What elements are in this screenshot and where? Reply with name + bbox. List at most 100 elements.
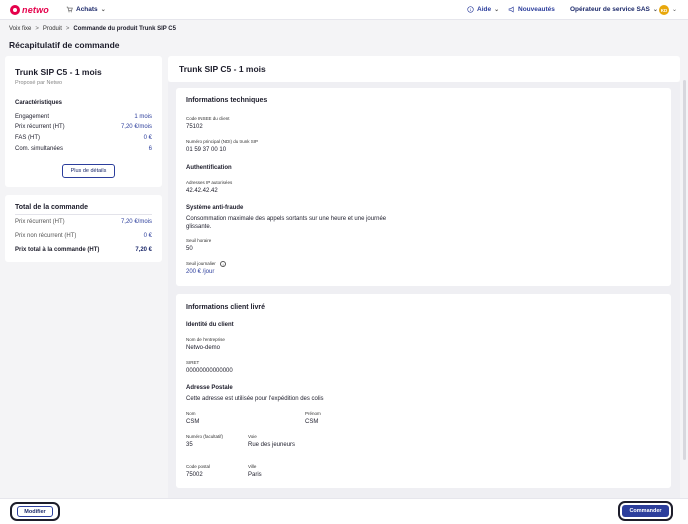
row-label: Engagement: [15, 114, 50, 120]
row-value: 7,20 €/mois: [120, 124, 152, 130]
client-identity-heading: Identité du client: [186, 322, 234, 328]
breadcrumb-item-voix-fixe[interactable]: Voix fixe: [9, 26, 31, 32]
modify-button-focus-ring: Modifier: [10, 502, 60, 521]
info-icon[interactable]: i: [220, 261, 227, 267]
row-value: 1 mois: [134, 114, 152, 120]
daily-threshold-value: 200 € /jour: [186, 269, 215, 275]
street-number-value: 35: [186, 442, 193, 448]
row-label: FAS (HT): [15, 135, 40, 141]
characteristic-row: FAS (HT) 0 €: [15, 135, 152, 141]
prenom-label: Prénom: [305, 411, 321, 416]
more-details-button[interactable]: Plus de détails: [62, 164, 115, 178]
main-product-header: Trunk SIP C5 - 1 mois: [168, 56, 680, 82]
nav-aide-label: Aide: [477, 6, 492, 13]
divider: [15, 214, 152, 215]
breadcrumb: Voix fixe > Produit > Commande du produi…: [9, 26, 176, 32]
nav-nouveautes-link[interactable]: Nouveautés: [508, 6, 555, 13]
city-label: Ville: [248, 464, 257, 469]
netwo-logo[interactable]: netwo: [10, 5, 49, 15]
cart-icon: [66, 6, 73, 13]
nom-label: Nom: [186, 411, 196, 416]
breadcrumb-separator: >: [35, 26, 39, 32]
nav-achats-label: Achats: [76, 6, 98, 13]
order-button-focus-ring: Commander: [618, 501, 673, 521]
breadcrumb-separator: >: [65, 26, 70, 32]
scrollbar[interactable]: [683, 80, 686, 460]
daily-threshold-label-text: Seuil journalier: [186, 261, 216, 267]
nav-achats-menu[interactable]: Achats ⌄: [66, 6, 106, 13]
auth-heading: Authentification: [186, 165, 232, 171]
modify-button[interactable]: Modifier: [17, 506, 53, 517]
help-icon: [467, 6, 474, 13]
page-title: Récapitulatif de commande: [9, 40, 120, 50]
chevron-down-icon: ⌄: [652, 7, 658, 13]
row-value: 0 €: [143, 135, 152, 141]
action-footer: Modifier Commander: [0, 498, 688, 524]
row-value: 0 €: [143, 233, 152, 239]
total-row: Prix récurrent (HT) 7,20 €/mois: [15, 219, 152, 225]
megaphone-icon: [508, 6, 514, 13]
ip-value: 42.42.42.42: [186, 188, 218, 194]
row-value: 7,20 €: [135, 247, 152, 253]
total-row-grand: Prix total à la commande (HT) 7,20 €: [15, 247, 152, 253]
technical-info-heading: Informations techniques: [186, 97, 268, 104]
company-label: Nom de l'entreprise: [186, 337, 225, 342]
total-heading: Total de la commande: [15, 204, 88, 211]
product-title: Trunk SIP C5 - 1 mois: [15, 67, 102, 77]
order-button[interactable]: Commander: [622, 505, 669, 517]
company-value: Netwo-demo: [186, 345, 221, 351]
daily-threshold-label: Seuil journalier i: [186, 261, 227, 267]
postal-code-value: 75002: [186, 472, 203, 478]
avatar[interactable]: KD: [659, 5, 669, 15]
prenom-value: CSM: [305, 419, 319, 425]
postal-code-label: Code postal: [186, 464, 211, 469]
row-label: Prix récurrent (HT): [15, 124, 65, 130]
logo-text: netwo: [22, 5, 49, 15]
product-summary-card: Trunk SIP C5 - 1 mois Proposé par Netwo …: [5, 56, 162, 187]
operator-name: Opérateur de service SAS: [570, 6, 650, 13]
row-label: Prix non récurrent (HT): [15, 233, 77, 239]
fraud-description: Consommation maximale des appels sortant…: [186, 216, 387, 230]
ip-label: Adresses IP autorisées: [186, 180, 233, 185]
row-label: Prix récurrent (HT): [15, 219, 65, 225]
nav-nouveautes-label: Nouveautés: [518, 6, 555, 13]
characteristic-row: Engagement 1 mois: [15, 114, 152, 120]
technical-info-card: Informations techniques Code INSEE du cl…: [176, 88, 671, 286]
postal-address-heading: Adresse Postale: [186, 385, 233, 391]
order-total-card: Total de la commande Prix récurrent (HT)…: [5, 195, 162, 262]
top-navigation-bar: netwo Achats ⌄ Aide ⌄ Nouveautés Opérate…: [0, 0, 688, 20]
nom-value: CSM: [186, 419, 200, 425]
city-value: Paris: [248, 472, 262, 478]
siret-label: SIRET: [186, 360, 200, 365]
siret-value: 00000000000000: [186, 368, 233, 374]
characteristic-row: Com. simultanées 6: [15, 146, 152, 152]
hourly-threshold-label: Seuil horaire: [186, 238, 212, 243]
logo-mark-icon: [10, 5, 20, 15]
nav-aide-menu[interactable]: Aide ⌄: [467, 6, 499, 13]
operator-selector[interactable]: Opérateur de service SAS ⌄: [570, 6, 658, 13]
client-info-heading: Informations client livré: [186, 304, 265, 311]
main-product-title: Trunk SIP C5 - 1 mois: [179, 64, 266, 74]
delivered-client-card: Informations client livré Identité du cl…: [176, 294, 671, 488]
row-label: Prix total à la commande (HT): [15, 247, 100, 253]
street-label: Voie: [248, 434, 257, 439]
total-row: Prix non récurrent (HT) 0 €: [15, 233, 152, 239]
characteristic-row: Prix récurrent (HT) 7,20 €/mois: [15, 124, 152, 130]
row-value: 7,20 €/mois: [120, 219, 152, 225]
breadcrumb-item-current: Commande du produit Trunk SIP C5: [73, 26, 176, 32]
postal-address-description: Cette adresse est utilisée pour l'expédi…: [186, 396, 324, 402]
street-value: Rue des jeuneurs: [248, 442, 296, 448]
chevron-down-icon[interactable]: ⌄: [672, 6, 677, 13]
breadcrumb-item-produit[interactable]: Produit: [43, 26, 62, 32]
fraud-heading: Système anti-fraude: [186, 205, 244, 211]
ndi-value: 01 59 37 00 10: [186, 147, 227, 153]
product-provider: Proposé par Netwo: [15, 80, 63, 86]
characteristics-heading: Caractéristiques: [15, 100, 63, 106]
chevron-down-icon: ⌄: [494, 7, 500, 13]
ndi-label: Numéro principal (NDI) du trunk SIP: [186, 139, 259, 144]
insee-label: Code INSEE du client: [186, 116, 230, 121]
insee-value: 75102: [186, 124, 203, 130]
hourly-threshold-value: 50: [186, 246, 193, 252]
chevron-down-icon: ⌄: [100, 7, 106, 13]
street-number-label: Numéro (facultatif): [186, 434, 224, 439]
